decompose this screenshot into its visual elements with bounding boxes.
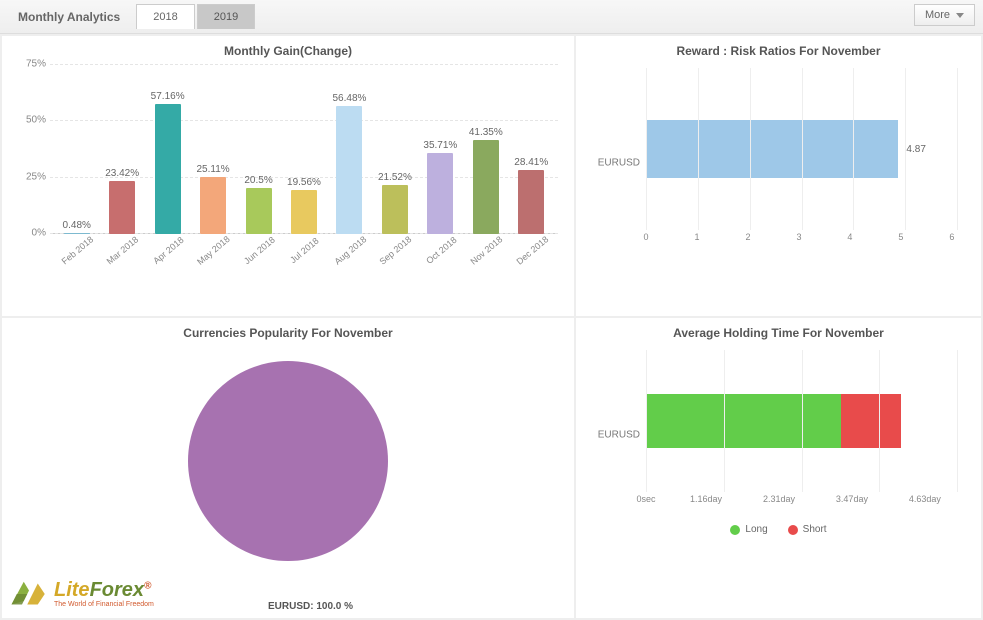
bar-value-label: 19.56%	[287, 177, 321, 188]
x-tick-label: 1	[694, 232, 699, 258]
panel-monthly-gain: Monthly Gain(Change) 0% 25% 50% 75% 0.48% 23…	[2, 36, 574, 316]
tab-2019[interactable]: 2019	[197, 4, 255, 29]
legend-item-short: Short	[788, 524, 827, 535]
x-tick-label: Apr 2018	[148, 232, 202, 284]
bar-value-label: 4.87	[906, 144, 925, 155]
x-tick-label: 4	[847, 232, 852, 258]
legend: Long Short	[586, 524, 971, 535]
bar	[155, 104, 181, 234]
x-tick-label: 3.47day	[836, 494, 868, 520]
chevron-down-icon	[956, 13, 964, 18]
bar	[336, 106, 362, 234]
more-button-label: More	[925, 9, 950, 21]
legend-label: Long	[745, 524, 767, 535]
chart-title: Monthly Gain(Change)	[12, 44, 564, 58]
legend-label: Short	[803, 524, 827, 535]
legend-dot-icon	[730, 525, 740, 535]
x-tick-label: Oct 2018	[420, 232, 474, 284]
bar-value-label: 21.52%	[378, 172, 412, 183]
x-tick-label: 4.63day	[909, 494, 941, 520]
x-tick-label: Aug 2018	[330, 232, 384, 284]
x-tick-label: 2.31day	[763, 494, 795, 520]
y-tick-label: 75%	[16, 59, 46, 70]
x-tick-label: Dec 2018	[511, 232, 565, 284]
bar	[518, 170, 544, 234]
logo-word-lite: Lite	[54, 579, 90, 601]
bar-value-label: 41.35%	[469, 127, 503, 138]
bar	[382, 185, 408, 234]
bar-value-label: 20.5%	[244, 175, 272, 186]
bar	[427, 153, 453, 234]
x-tick-label: 3	[796, 232, 801, 258]
bar-segment-long	[646, 394, 841, 448]
y-axis-label: EURUSD	[590, 158, 640, 169]
dashboard-grid: Monthly Gain(Change) 0%25%50%75% 0.48%23…	[0, 34, 983, 620]
bar	[109, 181, 135, 234]
more-button[interactable]: More	[914, 4, 975, 26]
bar-value-label: 56.48%	[332, 93, 366, 104]
bar-segment-short	[841, 394, 901, 448]
x-tick-label: Jul 2018	[284, 232, 338, 284]
x-tick-label: 0	[643, 232, 648, 258]
x-tick-label: 6	[949, 232, 954, 258]
tab-2018[interactable]: 2018	[136, 4, 194, 29]
legend-dot-icon	[788, 525, 798, 535]
monthly-gain-chart: 0%25%50%75% 0.48%23.42%57.16%25.11%20.5%…	[50, 64, 558, 264]
bar	[291, 190, 317, 234]
x-tick-label: 0sec	[636, 494, 655, 520]
x-tick-label: Nov 2018	[466, 232, 520, 284]
bar-value-label: 35.71%	[423, 140, 457, 151]
x-tick-label: Jun 2018	[239, 232, 293, 284]
bar-value-label: 25.11%	[196, 164, 229, 175]
x-tick-label: Feb 2018	[57, 232, 111, 284]
liteforex-logo: LiteForex® The World of Financial Freedo…	[8, 576, 154, 612]
currencies-pie-chart	[12, 346, 564, 576]
bar	[473, 140, 499, 234]
legend-item-long: Long	[730, 524, 767, 535]
panel-holding-time: Average Holding Time For November EURUSD…	[576, 318, 981, 618]
x-tick-label: Mar 2018	[102, 232, 156, 284]
logo-icon	[8, 576, 50, 612]
reward-risk-chart: EURUSD 4.87 0123456	[646, 68, 957, 258]
y-tick-label: 50%	[16, 115, 46, 126]
y-tick-label: 25%	[16, 171, 46, 182]
chart-title: Average Holding Time For November	[586, 326, 971, 340]
bar	[246, 188, 272, 234]
x-tick-label: 2	[745, 232, 750, 258]
x-tick-label: Sep 2018	[375, 232, 429, 284]
bar	[200, 177, 226, 234]
x-tick-label: May 2018	[193, 232, 247, 284]
bar-value-label: 0.48%	[63, 220, 91, 231]
pie-slice-eurusd	[188, 361, 388, 561]
page-title: Monthly Analytics	[8, 10, 130, 24]
panel-currencies: Currencies Popularity For November EURUS…	[2, 318, 574, 618]
pie-label: EURUSD: 100.0 %	[268, 601, 353, 612]
chart-title: Currencies Popularity For November	[12, 326, 564, 340]
header-bar: Monthly Analytics 2018 2019 More	[0, 0, 983, 34]
y-tick-label: 0%	[16, 228, 46, 239]
bar-value-label: 57.16%	[151, 91, 185, 102]
y-axis-label: EURUSD	[590, 430, 640, 441]
chart-title: Reward : Risk Ratios For November	[586, 44, 971, 58]
year-tabs: 2018 2019	[136, 4, 255, 29]
bar-value-label: 28.41%	[514, 157, 548, 168]
x-tick-label: 5	[898, 232, 903, 258]
bar-value-label: 23.42%	[105, 168, 139, 179]
x-tick-label: 1.16day	[690, 494, 722, 520]
logo-tagline: The World of Financial Freedom	[54, 601, 154, 608]
holding-time-chart: EURUSD 0sec1.16day2.31day3.47day4.63day	[646, 350, 957, 520]
panel-reward-risk: Reward : Risk Ratios For November EURUSD…	[576, 36, 981, 316]
registered-icon: ®	[144, 580, 151, 591]
logo-word-forex: Forex	[90, 579, 144, 601]
logo-text: LiteForex® The World of Financial Freedo…	[54, 580, 154, 608]
